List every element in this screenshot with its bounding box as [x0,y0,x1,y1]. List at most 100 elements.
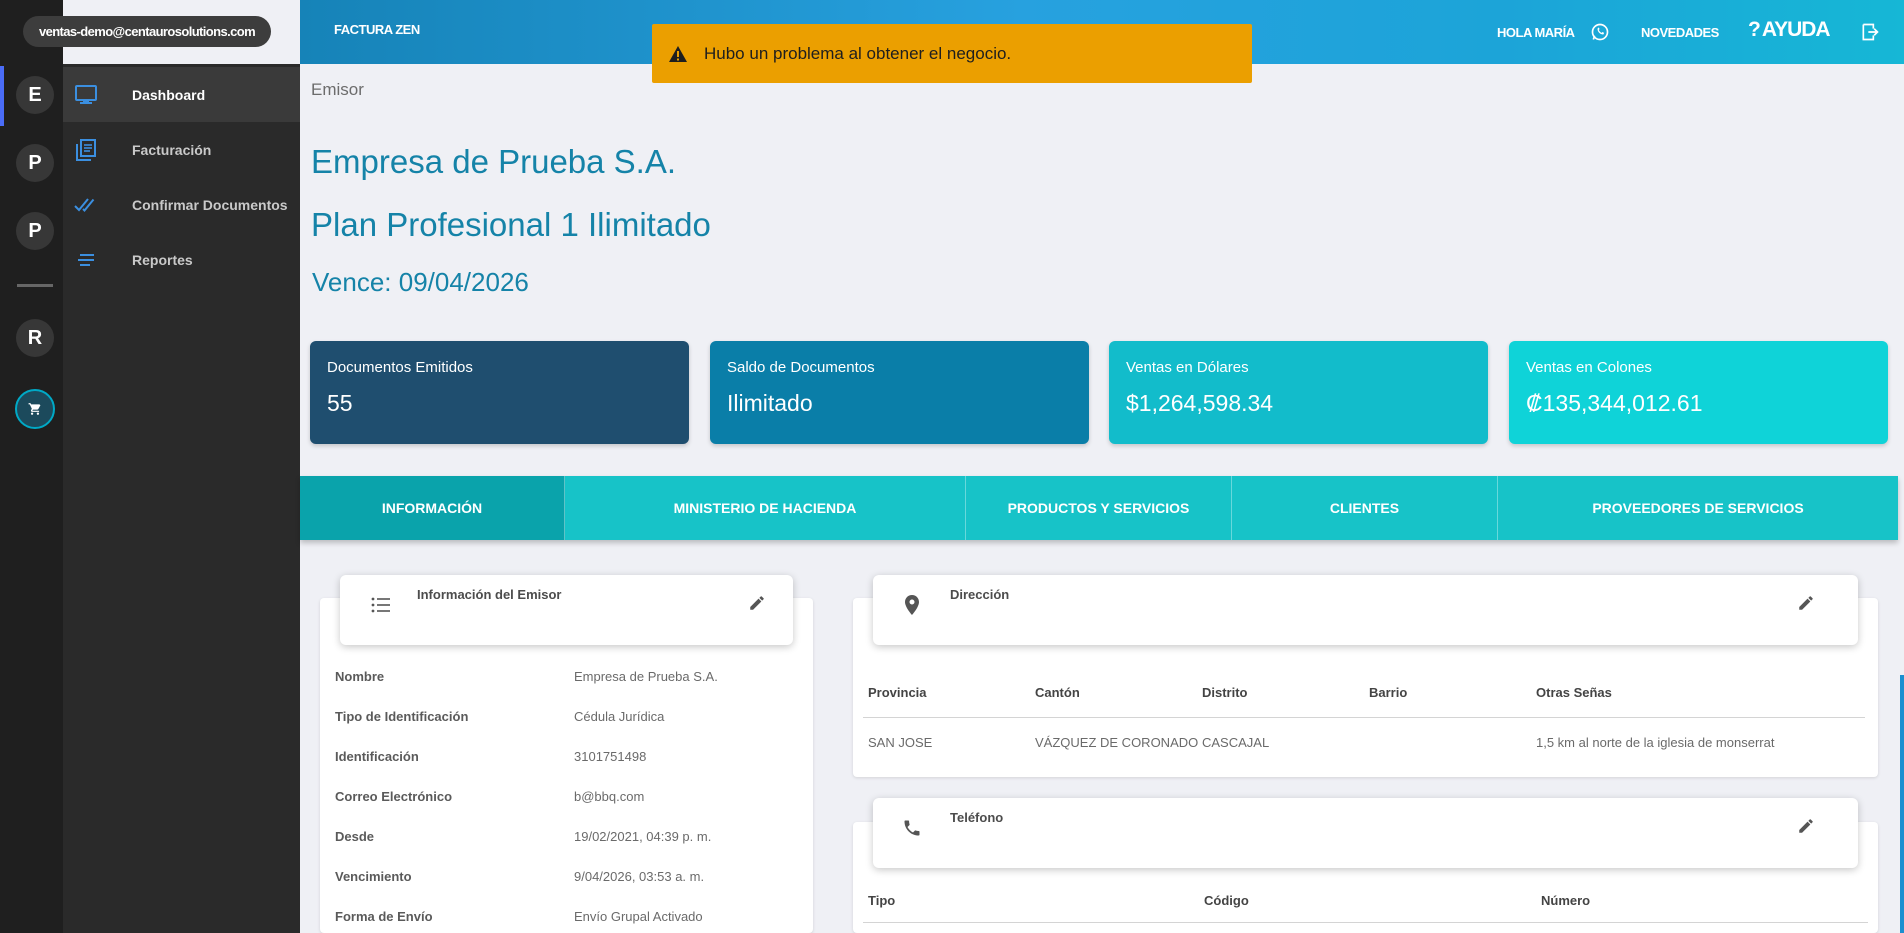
logout-button[interactable] [1860,0,1880,64]
pencil-icon [750,596,764,610]
stat-card-ventas-colones: Ventas en Colones ₡135,344,012.61 [1509,341,1888,444]
news-link[interactable]: NOVEDADES [1641,0,1719,64]
company-name: Empresa de Prueba S.A. [311,143,677,180]
stat-card-ventas-dolares: Ventas en Dólares $1,264,598.34 [1109,341,1488,444]
sidebar-item-label: Facturación [132,141,212,158]
whatsapp-icon [1591,23,1609,41]
error-alert: Hubo un problema al obtener el negocio. [652,24,1252,83]
info-key: Identificación [335,749,419,764]
sidebar-item-facturacion[interactable]: Facturación [63,122,300,177]
sidebar-item-label: Confirmar Documentos [132,196,288,213]
rail-selection-indicator [0,66,4,126]
stat-label: Ventas en Colones [1526,359,1652,376]
edit-emisor-button[interactable] [744,590,770,616]
user-email-pill[interactable]: ventas-demo@centaurosolutions.com [23,16,271,47]
info-key: Correo Electrónico [335,789,453,804]
telefono-header: Teléfono [873,798,1858,868]
warning-icon [668,44,688,64]
tab-proveedores-servicios[interactable]: PROVEEDORES DE SERVICIOS [1498,476,1898,540]
tab-clientes[interactable]: CLIENTES [1232,476,1498,540]
column-header-numero: Número [1541,893,1591,908]
plan-name: Plan Profesional 1 Ilimitado [311,206,711,243]
stat-label: Saldo de Documentos [727,359,875,376]
sidebar-item-label: Dashboard [132,86,206,103]
rail-button-r[interactable]: R [16,319,54,357]
tab-informacion[interactable]: INFORMACIÓN [300,476,565,540]
info-value: b@bbq.com [574,789,645,804]
stat-value: ₡135,344,012.61 [1526,390,1703,416]
edit-telefono-button[interactable] [1793,813,1819,839]
stat-value: Ilimitado [727,390,813,416]
cart-button[interactable] [15,389,55,429]
info-key: Desde [335,829,375,844]
list-lines-icon [74,248,98,272]
brand-name[interactable]: FACTURA ZEN [334,22,420,37]
panel-title: Información del Emisor [417,587,562,602]
list-icon [368,592,394,618]
double-check-icon [74,193,98,217]
info-value: 19/02/2021, 04:39 p. m. [574,829,712,844]
logout-icon [1862,23,1879,41]
cell-provincia: SAN JOSE [868,735,933,750]
rail-button-p1[interactable]: P [16,144,54,182]
info-value: Envío Grupal Activado [574,909,703,924]
info-value: Empresa de Prueba S.A. [574,669,718,684]
pencil-icon [1799,596,1813,610]
table-divider [863,922,1868,923]
edit-direccion-button[interactable] [1793,590,1819,616]
stat-label: Ventas en Dólares [1126,359,1249,376]
question-icon: ? [1748,18,1761,41]
cell-otras-senas: 1,5 km al norte de la iglesia de monserr… [1536,735,1775,750]
table-divider [863,717,1865,718]
sidebar-item-reportes[interactable]: Reportes [63,232,300,287]
column-header-distrito: Distrito [1202,685,1248,700]
cell-canton: VÁZQUEZ DE CORONADO [1035,735,1199,750]
emisor-info-header: Información del Emisor [340,575,793,645]
sidebar-item-dashboard[interactable]: Dashboard [63,67,300,122]
cell-distrito: CASCAJAL [1202,735,1270,750]
phone-icon [899,815,925,841]
rail-button-p2[interactable]: P [16,212,54,250]
info-key: Forma de Envío [335,909,433,924]
rail-divider [17,284,53,287]
tab-ministerio-hacienda[interactable]: MINISTERIO DE HACIENDA [565,476,966,540]
monitor-icon [74,83,98,107]
column-header-codigo: Código [1204,893,1249,908]
info-value: 3101751498 [574,749,647,764]
tab-productos-servicios[interactable]: PRODUCTOS Y SERVICIOS [966,476,1232,540]
cart-icon [28,403,41,415]
stat-card-documentos-emitidos: Documentos Emitidos 55 [310,341,689,444]
sidebar-item-label: Reportes [132,251,193,268]
column-header-barrio: Barrio [1369,685,1408,700]
document-icon [74,138,98,162]
info-value: 9/04/2026, 03:53 a. m. [574,869,705,884]
breadcrumb: Emisor [311,80,364,99]
plan-expiry: Vence: 09/04/2026 [312,267,529,297]
whatsapp-button[interactable] [1590,0,1610,64]
sidebar: Dashboard Facturación Confirmar Document… [63,64,300,933]
panel-title: Teléfono [950,810,1004,825]
info-key: Tipo de Identificación [335,709,469,724]
alert-message: Hubo un problema al obtener el negocio. [704,43,1012,63]
greeting: HOLA MARÍA [1497,24,1575,40]
help-label: AYUDA [1761,18,1831,41]
app-rail: E P P R [0,0,63,933]
panel-title: Dirección [950,587,1010,602]
section-tabs: INFORMACIÓN MINISTERIO DE HACIENDA PRODU… [300,476,1898,540]
stat-card-saldo-documentos: Saldo de Documentos Ilimitado [710,341,1089,444]
info-value: Cédula Jurídica [574,709,665,724]
column-header-otras-senas: Otras Señas [1536,685,1612,700]
scrollbar[interactable] [1900,675,1904,933]
direccion-header: Dirección [873,575,1858,645]
help-button[interactable]: ? AYUDA [1748,18,1831,42]
rail-button-e[interactable]: E [16,76,54,114]
stat-label: Documentos Emitidos [327,359,473,376]
location-pin-icon [899,592,925,618]
info-key: Nombre [335,669,385,684]
column-header-tipo: Tipo [868,893,896,908]
info-key: Vencimiento [335,869,412,884]
stat-value: 55 [327,390,353,416]
column-header-canton: Cantón [1035,685,1080,700]
sidebar-item-confirmar-documentos[interactable]: Confirmar Documentos [63,177,300,232]
column-header-provincia: Provincia [868,685,927,700]
